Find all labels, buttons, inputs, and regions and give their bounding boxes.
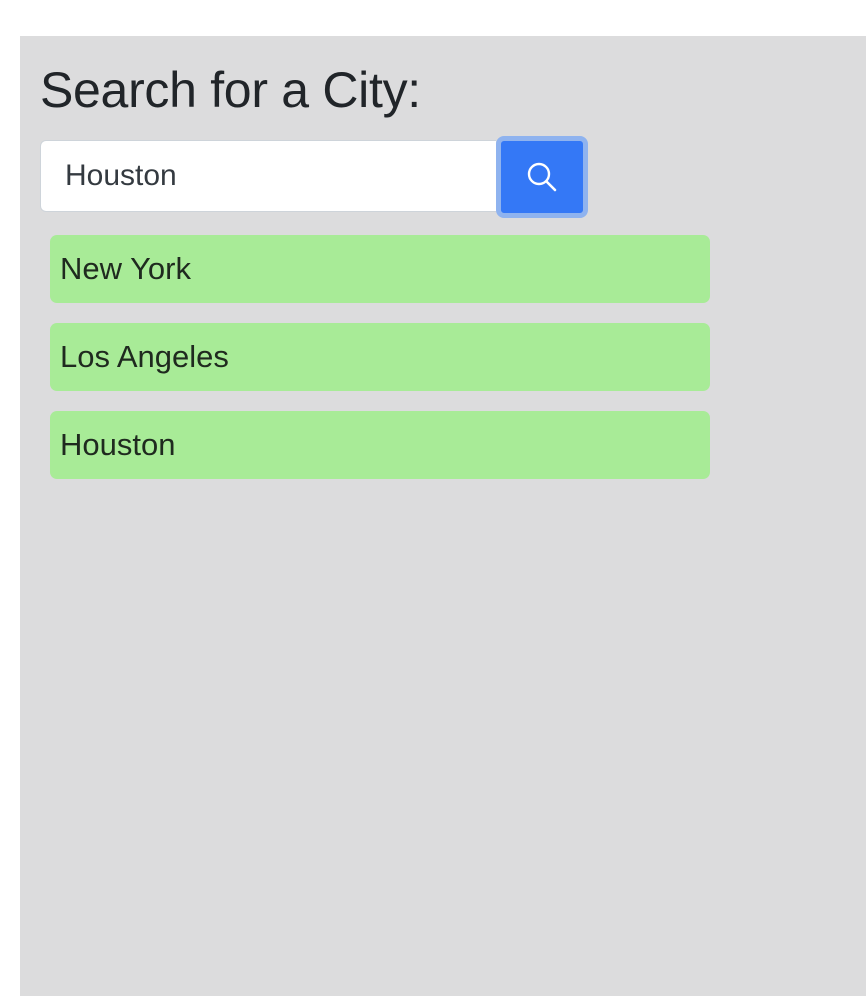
city-search-panel: Search for a City: New York Los Angeles … xyxy=(20,36,866,996)
city-item-new-york[interactable]: New York xyxy=(50,235,710,303)
search-button[interactable] xyxy=(496,136,588,218)
city-list: New York Los Angeles Houston xyxy=(50,235,710,499)
search-input[interactable] xyxy=(40,140,496,212)
city-item-los-angeles[interactable]: Los Angeles xyxy=(50,323,710,391)
page-title: Search for a City: xyxy=(40,62,421,118)
city-item-houston[interactable]: Houston xyxy=(50,411,710,479)
search-icon xyxy=(527,162,557,192)
